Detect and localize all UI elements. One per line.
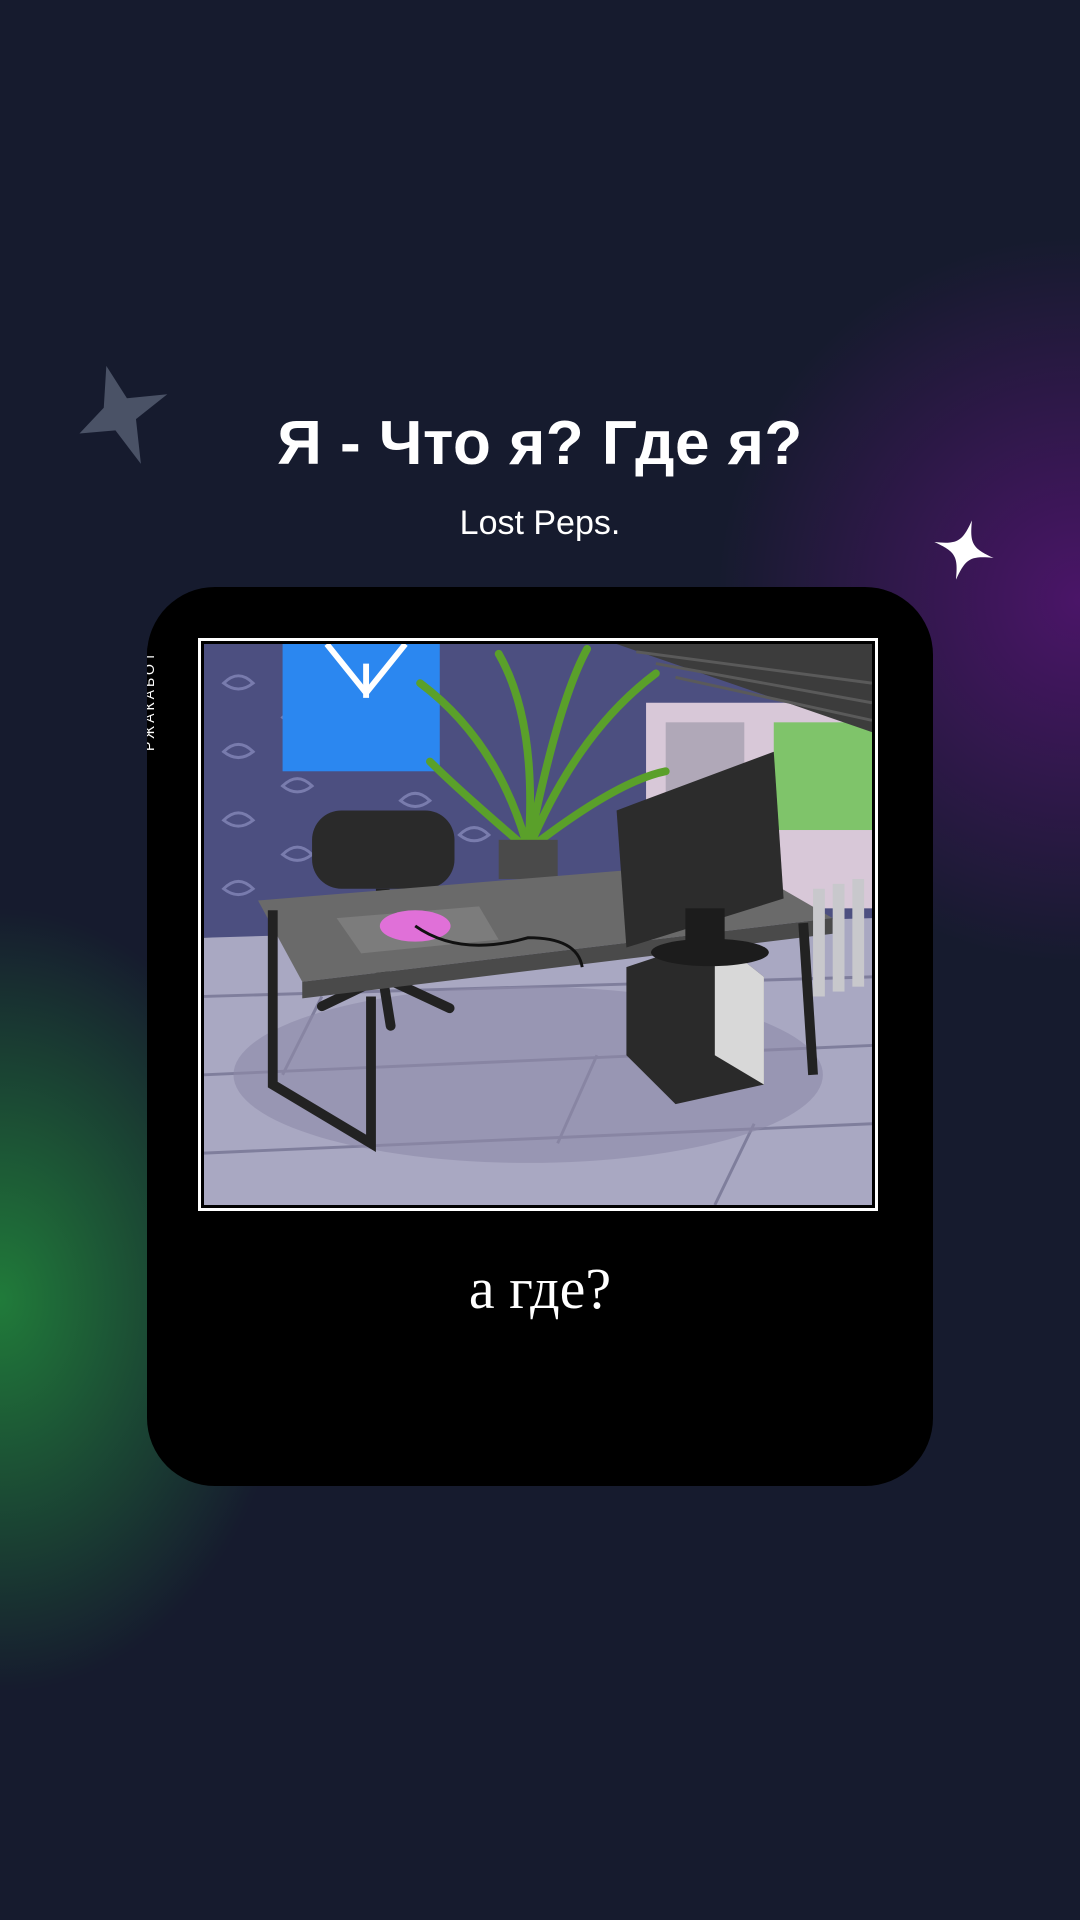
meme-card[interactable]: РЖАКАБОТ а где? xyxy=(147,587,933,1486)
page-subtitle: Lost Peps. xyxy=(459,504,621,542)
meme-caption: а где? xyxy=(468,1256,612,1321)
page-title: Я - Что я? Где я? xyxy=(277,409,803,478)
watermark-label: РЖАКАБОТ xyxy=(147,645,157,755)
office-desk-illustration xyxy=(204,644,872,1205)
meme-image-frame xyxy=(198,638,878,1211)
screen: { "header": { "title": "Я - Что я? Где я… xyxy=(0,0,1080,1920)
